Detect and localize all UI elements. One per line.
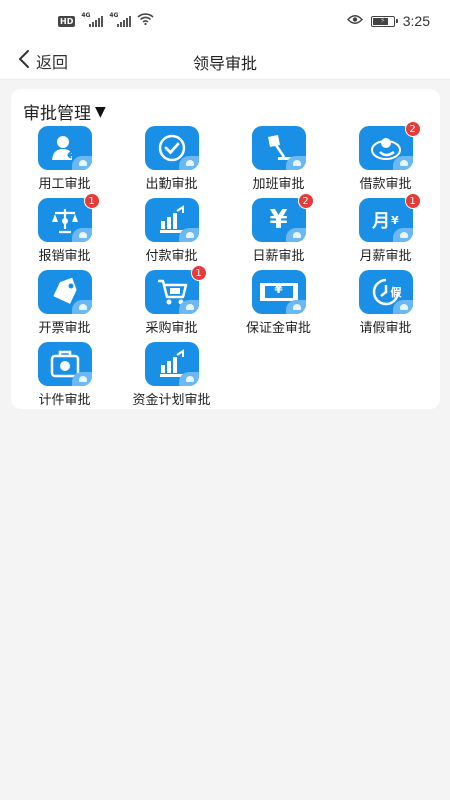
approval-item-purchase[interactable]: 1 采购审批 [118, 265, 225, 342]
approval-item-leave[interactable]: 假 请假审批 [332, 270, 439, 342]
page-title: 领导审批 [192, 54, 257, 73]
badge-count: 2 [404, 121, 421, 137]
payment-icon [144, 198, 199, 242]
section-title: 审批管理 [23, 104, 91, 124]
section-header[interactable]: 审批管理 ▼ [23, 99, 106, 125]
item-label: 用工审批 [38, 177, 91, 192]
status-right: ⚡ 3:25 [346, 13, 430, 29]
signal-icon-2: 4G [109, 12, 132, 27]
piecework-box-icon [37, 342, 92, 386]
caret-down-icon: ▼ [95, 103, 106, 120]
badge-count: 2 [297, 193, 314, 209]
overtime-lamp-icon [251, 126, 306, 170]
shopping-cart-icon: 1 [144, 265, 207, 314]
eye-icon [346, 14, 363, 29]
item-label: 借款审批 [359, 177, 412, 192]
fund-plan-icon [144, 342, 199, 386]
hd-icon: HD [58, 15, 76, 27]
item-label: 资金计划审批 [132, 393, 211, 408]
item-label: 请假审批 [359, 321, 412, 336]
approval-grid: 用工审批 出勤审批 加班审批 2 借款审批 1 报销审批 付款审批 ¥ 2 日薪… [11, 121, 440, 414]
approval-item-daily-salary[interactable]: ¥ 2 日薪审批 [225, 193, 332, 270]
approval-item-piecework[interactable]: 计件审批 [11, 342, 118, 414]
nav-bar: 返回 领导审批 [0, 42, 450, 80]
approval-item-loan[interactable]: 2 借款审批 [332, 121, 439, 198]
status-left: HD 4G 4G [58, 12, 154, 29]
approval-item-invoice[interactable]: 开票审批 [11, 270, 118, 342]
item-label: 日薪审批 [252, 249, 305, 264]
employment-icon [37, 126, 92, 170]
badge-count: 1 [190, 265, 207, 281]
deposit-banknote-icon: ¥ [251, 270, 306, 314]
status-time: 3:25 [402, 13, 430, 29]
wifi-icon [137, 13, 154, 29]
item-label: 计件审批 [38, 393, 91, 408]
approval-item-attendance[interactable]: 出勤审批 [118, 126, 225, 198]
loan-icon: 2 [358, 121, 421, 170]
status-bar: HD 4G 4G ⚡ 3:25 [0, 0, 450, 42]
reimbursement-scale-icon: 1 [37, 193, 100, 242]
signal-icon: 4G [81, 12, 104, 27]
approval-card: 审批管理 ▼ 用工审批 出勤审批 加班审批 2 借款审批 1 报销审批 付款审批… [11, 89, 440, 409]
daily-salary-yen-icon: ¥ 2 [251, 193, 314, 242]
attendance-icon [144, 126, 199, 170]
badge-count: 1 [83, 193, 100, 209]
battery-icon: ⚡ [370, 15, 398, 27]
approval-item-reimbursement[interactable]: 1 报销审批 [11, 193, 118, 270]
item-label: 加班审批 [252, 177, 305, 192]
approval-item-deposit[interactable]: ¥ 保证金审批 [225, 270, 332, 342]
leave-clock-icon: 假 [358, 270, 413, 314]
item-label: 开票审批 [38, 321, 91, 336]
monthly-salary-icon: 月 ¥ 1 [358, 193, 421, 242]
approval-item-monthly-salary[interactable]: 月 ¥ 1 月薪审批 [332, 193, 439, 270]
approval-item-employment[interactable]: 用工审批 [11, 126, 118, 198]
badge-count: 1 [404, 193, 421, 209]
item-label: 保证金审批 [245, 321, 311, 336]
approval-item-fund-plan[interactable]: 资金计划审批 [118, 342, 225, 414]
approval-item-overtime[interactable]: 加班审批 [225, 126, 332, 198]
item-label: 月薪审批 [359, 249, 412, 264]
item-label: 付款审批 [145, 249, 198, 264]
item-label: 出勤审批 [145, 177, 198, 192]
item-label: 报销审批 [38, 249, 91, 264]
approval-item-payment[interactable]: 付款审批 [118, 198, 225, 270]
invoice-tag-icon [37, 270, 92, 314]
item-label: 采购审批 [145, 321, 198, 336]
